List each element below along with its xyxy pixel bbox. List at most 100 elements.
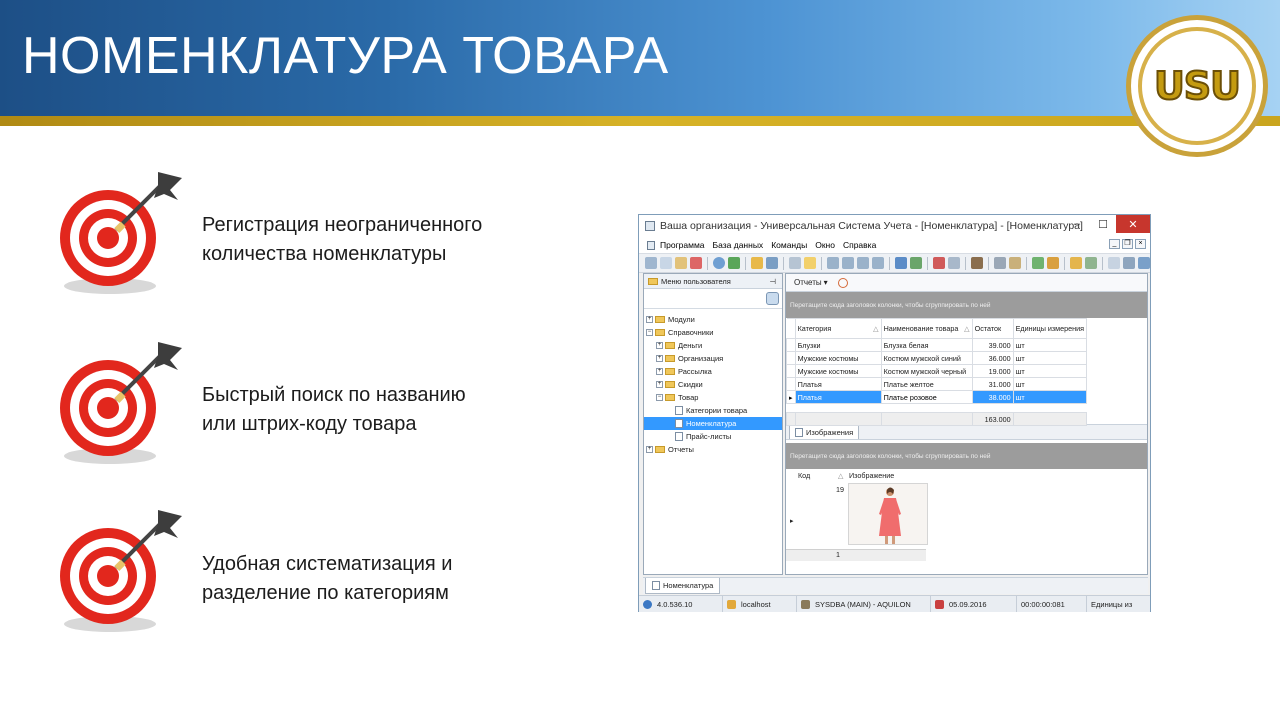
content-toolbar: Отчеты ▾ <box>786 274 1147 292</box>
archive-icon[interactable] <box>971 257 983 269</box>
tree-node-categories[interactable]: Категории товара <box>644 404 782 417</box>
tree-node-discounts[interactable]: + Скидки <box>644 378 782 391</box>
column-header-stock[interactable]: Остаток <box>971 318 1014 339</box>
column-header-name[interactable]: Наименование товара △ <box>880 318 973 339</box>
row-pointer-icon: ▸ <box>790 518 794 525</box>
mark-icon[interactable] <box>789 257 801 269</box>
settings-icon[interactable] <box>1009 257 1021 269</box>
tree-node-price-lists[interactable]: Прайс-листы <box>644 430 782 443</box>
tree-node-money[interactable]: + Деньги <box>644 339 782 352</box>
note-icon[interactable] <box>804 257 816 269</box>
calendar-icon[interactable] <box>1108 257 1120 269</box>
group-icon[interactable] <box>1085 257 1097 269</box>
tree-node-goods[interactable]: − Товар <box>644 391 782 404</box>
menu-help[interactable]: Справка <box>843 240 876 250</box>
cell-name: Платье розовое <box>880 390 973 404</box>
status-units: Единицы из <box>1091 599 1133 609</box>
product-photo[interactable] <box>848 483 928 545</box>
filter-icon[interactable] <box>751 257 763 269</box>
table-row[interactable]: Мужские костюмы Костюм мужской черный 19.0… <box>786 364 1088 378</box>
tree-node-modules[interactable]: + Модули <box>644 313 782 326</box>
user-menu-header: Меню пользователя ⊣ <box>644 274 782 289</box>
group-by-area[interactable]: Перетащите сюда заголовок колонки, чтобы… <box>786 292 1147 318</box>
dress-image <box>849 484 927 544</box>
folder-icon <box>648 277 658 285</box>
refresh-icon[interactable] <box>728 257 740 269</box>
image-icon <box>795 427 803 437</box>
close-button[interactable]: ✕ <box>1116 215 1150 233</box>
tree-node-organization[interactable]: + Организация <box>644 352 782 365</box>
tab-nomenclature[interactable]: Номенклатура <box>645 578 721 594</box>
chevron-down-icon[interactable]: ▾ <box>824 278 828 287</box>
menu-search-field[interactable] <box>644 289 782 309</box>
new-icon[interactable] <box>645 257 657 269</box>
table-row-selected[interactable]: ▸ Платья Платье розовое 38.000 шт <box>786 390 1088 404</box>
window-title: Ваша организация - Универсальная Система… <box>660 220 1083 232</box>
status-version: 4.0.536.10 <box>639 596 723 612</box>
expand-icon[interactable] <box>827 257 839 269</box>
edit-icon[interactable] <box>675 257 687 269</box>
column-header-code[interactable]: Код <box>798 471 810 480</box>
reports-button[interactable]: Отчеты <box>794 278 822 287</box>
import-icon[interactable] <box>910 257 922 269</box>
bullet-1-line1: Регистрация неограниченного <box>202 214 483 236</box>
export-icon[interactable] <box>895 257 907 269</box>
history-icon[interactable] <box>837 277 848 288</box>
expand-toggle-icon[interactable]: + <box>656 381 663 388</box>
tree-label: Скидки <box>678 380 703 389</box>
delete-icon[interactable] <box>690 257 702 269</box>
expand-toggle-icon[interactable]: + <box>646 316 653 323</box>
user-menu-panel: Меню пользователя ⊣ + Модули − Справочники… <box>643 273 783 575</box>
folder-icon <box>655 316 665 323</box>
menu-database[interactable]: База данных <box>713 240 764 250</box>
window-icon[interactable] <box>933 257 945 269</box>
tree-node-directories[interactable]: − Справочники <box>644 326 782 339</box>
collapse-toggle-icon[interactable]: − <box>656 394 663 401</box>
print-icon[interactable] <box>1123 257 1135 269</box>
images-group-by-area[interactable]: Перетащите сюда заголовок колонки, чтобы… <box>786 443 1147 469</box>
table-row[interactable]: Платья Платье желтое 31.000 шт <box>786 377 1088 391</box>
share-icon[interactable] <box>1138 257 1150 269</box>
expand-toggle-icon[interactable]: + <box>656 342 663 349</box>
tab-images[interactable]: Изображения <box>789 424 860 439</box>
mdi-minimize-button[interactable]: _ <box>1109 239 1120 249</box>
expand-toggle-icon[interactable]: + <box>656 355 663 362</box>
minimize-button[interactable]: – <box>1064 215 1090 233</box>
copy-icon[interactable] <box>660 257 672 269</box>
menu-commands[interactable]: Команды <box>771 240 807 250</box>
tree-node-nomenclature[interactable]: Номенклатура <box>644 417 782 430</box>
up-icon[interactable] <box>857 257 869 269</box>
tools-icon[interactable] <box>994 257 1006 269</box>
lock-icon[interactable] <box>1070 257 1082 269</box>
tree-node-reports[interactable]: + Отчеты <box>644 443 782 456</box>
search-icon[interactable] <box>713 257 725 269</box>
tree-node-mailing[interactable]: + Рассылка <box>644 365 782 378</box>
info-icon <box>643 599 652 609</box>
status-date: 05.09.2016 <box>931 596 1017 612</box>
down-icon[interactable] <box>872 257 884 269</box>
layout-icon[interactable] <box>948 257 960 269</box>
column-header-image[interactable]: Изображение <box>849 471 894 480</box>
column-header-units[interactable]: Единицы измерения <box>1012 318 1088 339</box>
maximize-button[interactable]: ☐ <box>1090 215 1116 233</box>
expand-toggle-icon[interactable]: + <box>656 368 663 375</box>
menu-window[interactable]: Окно <box>815 240 835 250</box>
expand-toggle-icon[interactable]: + <box>646 446 653 453</box>
filter-settings-icon[interactable] <box>766 257 778 269</box>
search-icon[interactable] <box>766 292 779 305</box>
document-icon <box>675 406 683 415</box>
mdi-close-button[interactable]: × <box>1135 239 1146 249</box>
chart-icon[interactable] <box>1032 257 1044 269</box>
mdi-restore-button[interactable]: ❐ <box>1122 239 1133 249</box>
users-icon[interactable] <box>1047 257 1059 269</box>
cell-stock: 36.000 <box>971 351 1014 365</box>
collapse-toggle-icon[interactable]: − <box>646 329 653 336</box>
table-row[interactable]: Блузки Блузка белая 39.000 шт <box>786 338 1088 352</box>
collapse-icon[interactable] <box>842 257 854 269</box>
column-header-category[interactable]: Категория △ <box>794 318 882 339</box>
slide: НОМЕНКЛАТУРА ТОВАРА USU Регистрация неог… <box>0 0 1280 720</box>
menu-program[interactable]: Программа <box>660 240 705 250</box>
detail-tabs: Изображения <box>786 424 1147 440</box>
pin-icon[interactable]: ⊣ <box>769 277 776 286</box>
table-row[interactable]: Мужские костюмы Костюм мужской синий 36.00… <box>786 351 1088 365</box>
